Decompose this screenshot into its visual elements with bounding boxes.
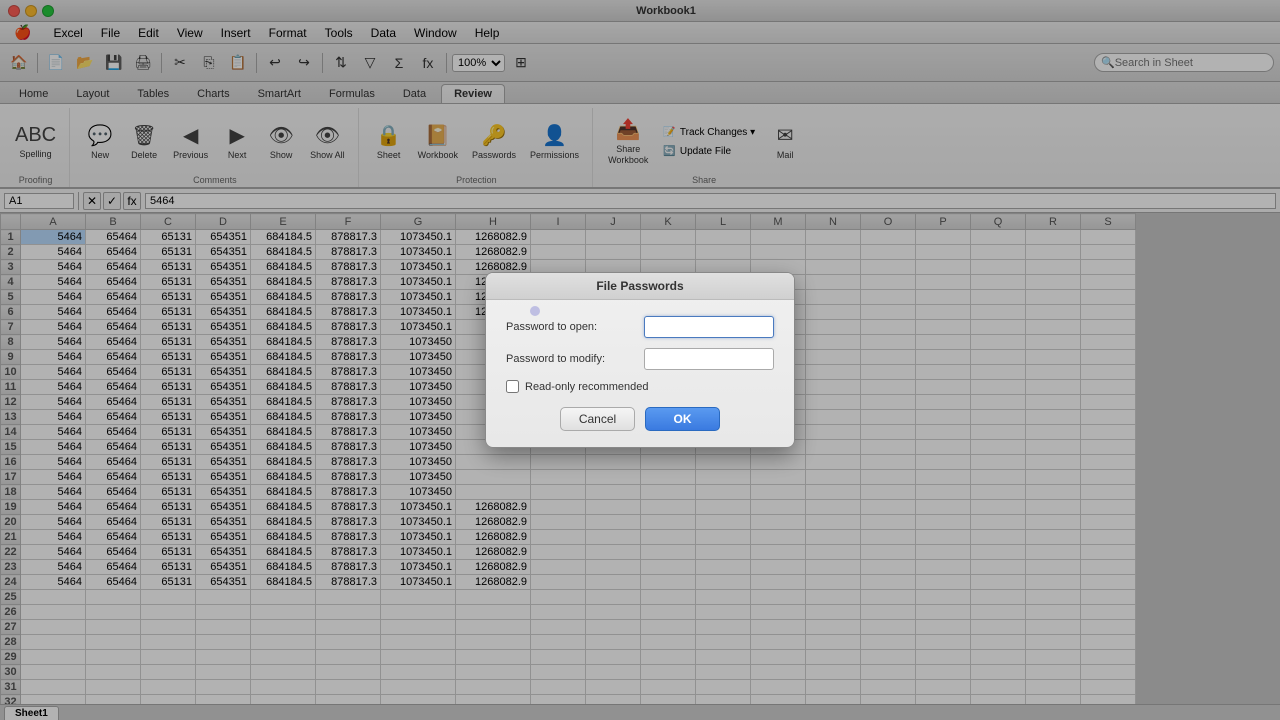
readonly-checkbox[interactable] xyxy=(506,380,519,393)
password-to-modify-row: Password to modify: xyxy=(506,348,774,370)
readonly-label: Read-only recommended xyxy=(525,381,649,393)
modal-buttons: Cancel OK xyxy=(506,407,774,431)
password-to-open-row: Password to open: xyxy=(506,316,774,338)
password-to-open-label: Password to open: xyxy=(506,321,644,333)
cancel-button[interactable]: Cancel xyxy=(560,407,635,431)
readonly-row: Read-only recommended xyxy=(506,380,774,393)
ok-button[interactable]: OK xyxy=(645,407,720,431)
password-to-open-input[interactable] xyxy=(644,316,774,338)
modal-overlay: File Passwords Password to open: Passwor… xyxy=(0,0,1280,720)
modal-title: File Passwords xyxy=(486,273,794,300)
modal-body: Password to open: Password to modify: Re… xyxy=(486,300,794,447)
file-passwords-dialog: File Passwords Password to open: Passwor… xyxy=(485,272,795,448)
password-to-modify-input[interactable] xyxy=(644,348,774,370)
password-to-modify-label: Password to modify: xyxy=(506,353,644,365)
